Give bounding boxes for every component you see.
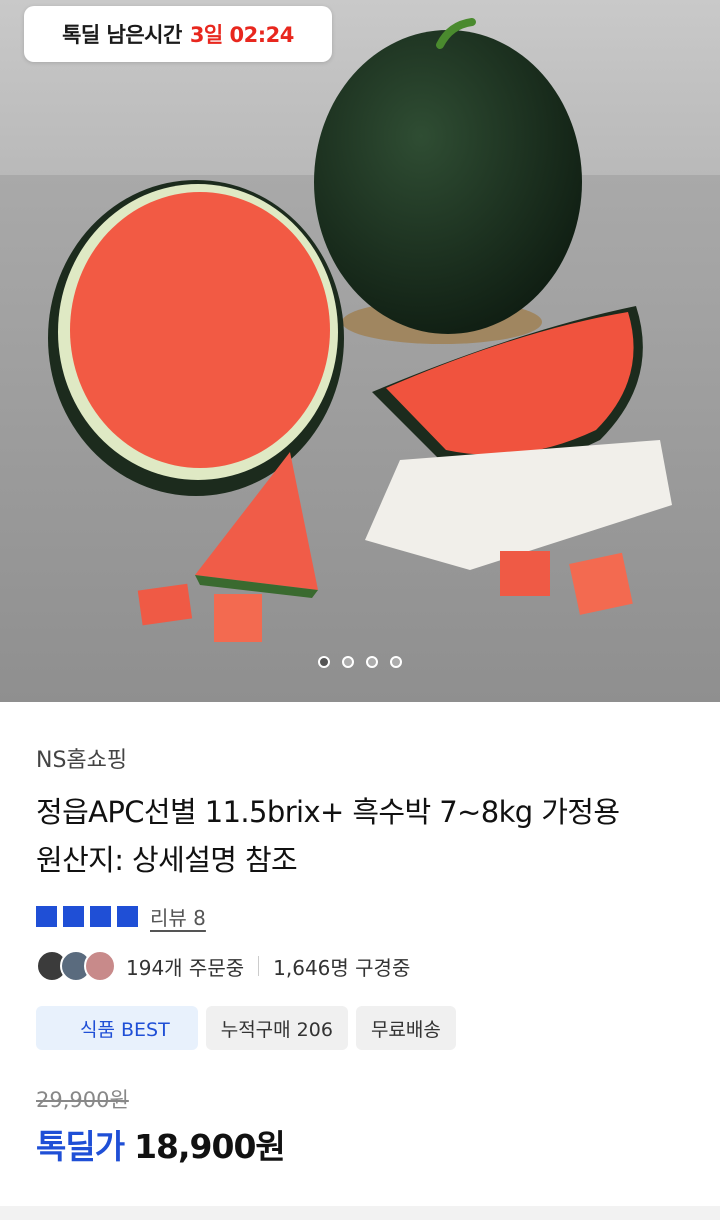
tag-food-best[interactable]: 식품 BEST — [36, 1006, 198, 1050]
carousel-dot[interactable] — [390, 656, 402, 668]
tag-list: 식품 BEST 누적구매 206 무료배송 — [36, 1006, 456, 1050]
tag-total-purchases: 누적구매 206 — [205, 1006, 348, 1050]
deal-timer-badge: 톡딜 남은시간 3일 02:24 — [24, 6, 332, 62]
deal-price: 18,900원 — [134, 1127, 286, 1166]
viewer-count: 1,646명 구경중 — [273, 955, 411, 980]
order-count: 194개 주문중 — [126, 955, 245, 980]
product-title: 정읍APC선별 11.5brix+ 흑수박 7~8kg 가정용 원산지: 상세설… — [36, 788, 686, 884]
timer-value: 3일 02:24 — [189, 23, 295, 47]
section-divider — [0, 1206, 720, 1220]
product-image — [0, 0, 720, 702]
divider — [258, 956, 260, 976]
buyer-avatars — [36, 950, 116, 982]
review-count-link[interactable]: 리뷰 8 — [150, 902, 206, 931]
tag-free-shipping: 무료배송 — [355, 1006, 456, 1050]
product-title-line-2: 원산지: 상세설명 참조 — [36, 843, 298, 877]
carousel-indicator — [0, 656, 720, 668]
social-proof: 194개 주문중 1,646명 구경중 — [36, 950, 410, 982]
avatar — [84, 950, 116, 982]
carousel-dot[interactable] — [318, 656, 330, 668]
product-image-carousel[interactable]: 톡딜 남은시간 3일 02:24 — [0, 0, 720, 702]
product-title-line-1: 정읍APC선별 11.5brix+ 흑수박 7~8kg 가정용 — [36, 795, 620, 829]
star-icon — [90, 906, 111, 927]
star-icon — [63, 906, 84, 927]
seller-name[interactable]: NS홈쇼핑 — [36, 742, 127, 774]
star-icon — [117, 906, 138, 927]
original-price: 29,900원 — [36, 1088, 129, 1112]
star-icon — [36, 906, 57, 927]
deal-price-row: 톡딜가 18,900원 — [36, 1120, 286, 1168]
deal-price-label: 톡딜가 — [36, 1127, 125, 1166]
timer-label: 톡딜 남은시간 — [62, 23, 182, 47]
rating-row: 리뷰 8 — [36, 902, 206, 931]
carousel-dot[interactable] — [366, 656, 378, 668]
carousel-dot[interactable] — [342, 656, 354, 668]
